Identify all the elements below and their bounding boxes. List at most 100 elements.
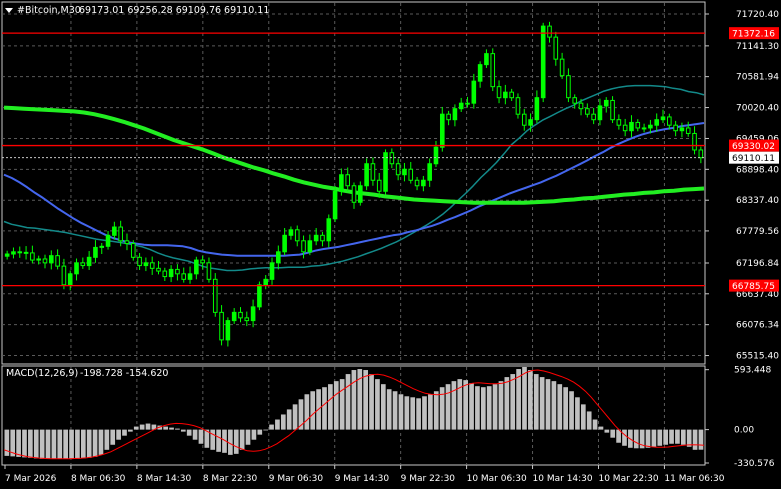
macd-bar (198, 429, 204, 444)
candle-body (629, 121, 634, 132)
ohlc-values: 69173.01 69256.28 69109.76 69110.11 (79, 5, 269, 16)
candle-body (503, 91, 508, 99)
macd-bar (363, 370, 369, 430)
candle-body (61, 265, 67, 286)
level-badge-label: 71372.16 (732, 30, 775, 40)
macd-bar (686, 429, 692, 447)
candle-body (667, 116, 672, 126)
macd-bar (598, 426, 604, 430)
macd-bar (698, 429, 704, 450)
candle-body (17, 251, 23, 254)
candle-body (80, 262, 86, 267)
macd-bar (580, 404, 586, 430)
candle-body (484, 53, 489, 66)
macd-bar (492, 384, 498, 430)
macd-tick-label: 0.00 (734, 426, 754, 436)
candle-body (36, 258, 41, 261)
candle-body (257, 284, 262, 308)
time-tick-label: 10 Mar 14:30 (533, 474, 593, 484)
candle-body (238, 311, 243, 319)
candle-body (143, 262, 149, 267)
candle (212, 273, 218, 317)
candle-body (610, 99, 615, 121)
macd-bar (304, 394, 310, 430)
macd-bar (416, 398, 421, 430)
macd-bar (604, 429, 610, 433)
candle-body (433, 146, 439, 165)
macd-bar (380, 384, 386, 430)
macd-bar (351, 370, 357, 430)
candle-body (477, 64, 483, 82)
candle-body (679, 127, 685, 132)
candle-body (496, 86, 502, 99)
candle-body (490, 53, 496, 88)
candle-body (263, 278, 269, 286)
chart-header: #Bitcoin,M30 69173.01 69256.28 69109.76 … (5, 5, 269, 16)
macd-bar (245, 429, 251, 445)
time-tick-label: 7 Mar 2026 (5, 474, 57, 484)
macd-bar (257, 429, 263, 435)
price-tick-label: 70581.94 (736, 73, 779, 83)
candle-body (219, 311, 224, 341)
macd-bar (663, 429, 669, 445)
macd-bar (592, 419, 598, 430)
price-tick-label: 67196.84 (736, 259, 779, 269)
candle-body (383, 152, 388, 192)
candle-body (648, 124, 653, 129)
time-tick-label: 9 Mar 14:30 (335, 474, 390, 484)
macd-bar (439, 387, 445, 430)
candle-body (376, 179, 382, 192)
candle-body (585, 108, 590, 115)
macd-bar (239, 429, 245, 450)
chart-canvas[interactable]: 71720.4071141.3070581.9470020.4069459.06… (0, 0, 781, 489)
candle-body (559, 58, 565, 77)
macd-values: -198.728 -154.620 (80, 368, 168, 379)
macd-bar (369, 374, 374, 430)
candle-body (622, 124, 628, 132)
price-tick-label: 68898.40 (736, 165, 779, 175)
candle (610, 96, 615, 123)
macd-bar (139, 424, 145, 430)
candle-body (231, 311, 237, 322)
macd-bar (92, 429, 98, 457)
macd-bar (169, 427, 174, 430)
macd-bar (633, 429, 639, 449)
macd-bar (322, 387, 327, 430)
candle-body (307, 240, 313, 253)
macd-bar (486, 386, 492, 430)
macd-bar (33, 429, 39, 459)
price-tick-label: 67779.56 (736, 227, 779, 237)
macd-bar (651, 429, 657, 447)
candle (540, 22, 546, 103)
candle-body (124, 240, 130, 245)
candle (490, 48, 496, 92)
macd-bar (233, 429, 239, 454)
candle-body (149, 262, 155, 269)
time-tick-label: 8 Mar 22:30 (203, 474, 258, 484)
candle-body (465, 102, 470, 105)
candle-body (225, 320, 231, 341)
macd-bar (80, 429, 86, 459)
macd-bar (333, 381, 339, 430)
macd-bar (575, 397, 580, 430)
macd-bar (28, 429, 33, 458)
macd-bar (275, 419, 280, 430)
macd-bar (292, 404, 298, 430)
candle-body (547, 25, 552, 38)
time-tick-label: 10 Mar 22:30 (598, 474, 658, 484)
macd-bar (410, 397, 416, 430)
candle-body (282, 234, 287, 253)
candle-body (540, 25, 546, 99)
candle-body (402, 168, 407, 176)
candle-body (48, 255, 54, 264)
candle-body (244, 317, 250, 322)
macd-bar (186, 429, 192, 436)
macd-bar (610, 429, 616, 438)
macd-bar (98, 429, 104, 455)
macd-bar (498, 381, 504, 430)
time-tick-label: 9 Mar 06:30 (269, 474, 324, 484)
macd-bar (392, 391, 398, 430)
macd-bar (310, 391, 316, 430)
candle-body (250, 306, 256, 322)
macd-bar (451, 381, 457, 430)
